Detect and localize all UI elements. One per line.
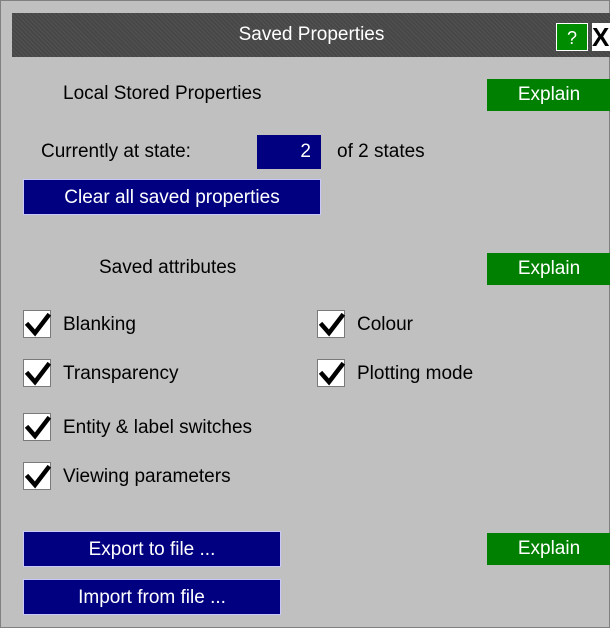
colour-checkbox[interactable]: Colour <box>317 310 517 340</box>
checkmark-icon <box>317 359 345 387</box>
import-from-file-button[interactable]: Import from file ... <box>23 579 281 615</box>
checkmark-icon <box>23 359 51 387</box>
saved-properties-panel: Saved Properties ? X Local Stored Proper… <box>0 0 610 628</box>
close-button[interactable]: X <box>592 23 610 51</box>
state-number-field[interactable]: 2 <box>257 135 321 169</box>
blanking-checkbox[interactable]: Blanking <box>23 310 223 340</box>
stored-properties-heading: Local Stored Properties <box>63 83 262 104</box>
checkmark-icon <box>317 310 345 338</box>
checkmark-icon <box>23 413 51 441</box>
checkmark-icon <box>23 310 51 338</box>
checkmark-icon <box>23 462 51 490</box>
checkbox-label: Colour <box>357 314 413 335</box>
file-explain-button[interactable]: Explain <box>487 533 610 565</box>
attributes-explain-button[interactable]: Explain <box>487 253 610 285</box>
stored-explain-button[interactable]: Explain <box>487 79 610 111</box>
export-to-file-button[interactable]: Export to file ... <box>23 531 281 567</box>
transparency-checkbox[interactable]: Transparency <box>23 359 263 389</box>
checkbox-label: Blanking <box>63 314 136 335</box>
clear-saved-properties-button[interactable]: Clear all saved properties <box>23 179 321 215</box>
state-suffix-label: of 2 states <box>337 141 425 162</box>
checkbox-label: Plotting mode <box>357 363 474 384</box>
entity-label-switches-checkbox[interactable]: Entity & label switches <box>23 413 323 443</box>
state-prefix-label: Currently at state: <box>41 141 191 162</box>
plotting-mode-checkbox[interactable]: Plotting mode <box>317 359 557 389</box>
checkbox-label: Transparency <box>63 363 179 384</box>
viewing-parameters-checkbox[interactable]: Viewing parameters <box>23 462 323 492</box>
checkbox-label: Viewing parameters <box>63 466 231 487</box>
window-title: Saved Properties <box>238 24 385 45</box>
saved-attributes-heading: Saved attributes <box>99 257 237 278</box>
help-button[interactable]: ? <box>556 23 588 51</box>
title-bar[interactable]: Saved Properties <box>12 13 610 57</box>
checkbox-label: Entity & label switches <box>63 417 253 438</box>
